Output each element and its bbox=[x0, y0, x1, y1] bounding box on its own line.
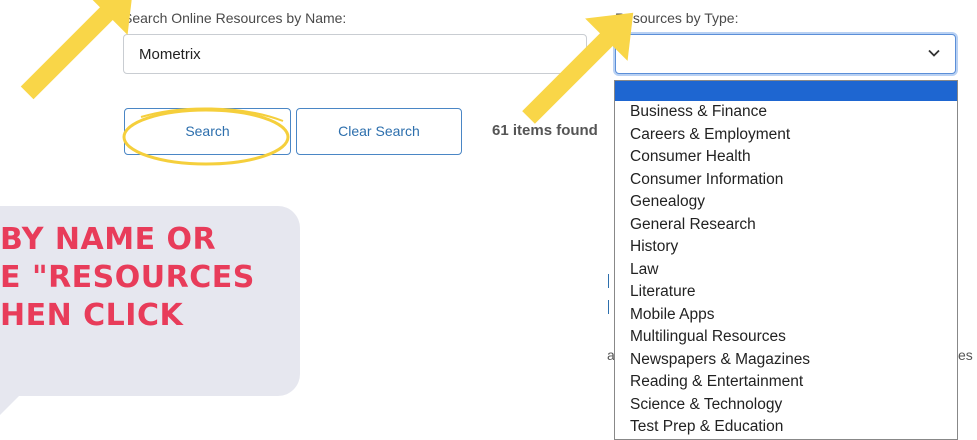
background-link-fragment bbox=[608, 300, 611, 314]
dropdown-option[interactable]: Multilingual Resources bbox=[615, 326, 957, 349]
chevron-down-icon bbox=[928, 49, 940, 57]
results-count: 61 items found bbox=[492, 122, 598, 139]
dropdown-option-blank-selected[interactable] bbox=[615, 81, 957, 101]
dropdown-option[interactable]: Newspapers & Magazines bbox=[615, 349, 957, 372]
dropdown-option[interactable]: Law bbox=[615, 259, 957, 282]
dropdown-option[interactable]: Literature bbox=[615, 281, 957, 304]
clear-search-button[interactable]: Clear Search bbox=[296, 108, 462, 155]
type-select-label: Resources by Type: bbox=[615, 10, 739, 26]
name-search-value: Mometrix bbox=[139, 46, 201, 63]
dropdown-option[interactable]: Mobile Apps bbox=[615, 304, 957, 327]
dropdown-option[interactable]: History bbox=[615, 236, 957, 259]
resource-type-select[interactable] bbox=[615, 34, 956, 74]
dropdown-option[interactable]: Consumer Health bbox=[615, 146, 957, 169]
callout-line-2: E "RESOURCES bbox=[0, 260, 255, 295]
dropdown-option[interactable]: Careers & Employment bbox=[615, 124, 957, 147]
dropdown-option[interactable]: Reading & Entertainment bbox=[615, 371, 957, 394]
callout-line-1: BY NAME OR bbox=[0, 222, 217, 257]
background-link-fragment bbox=[608, 274, 611, 288]
resource-type-dropdown[interactable]: Business & Finance Careers & Employment … bbox=[614, 80, 958, 440]
callout-line-3: HEN CLICK bbox=[0, 298, 184, 333]
dropdown-option[interactable]: General Research bbox=[615, 214, 957, 237]
dropdown-option[interactable]: Business & Finance bbox=[615, 101, 957, 124]
highlight-circle bbox=[122, 107, 290, 166]
dropdown-option[interactable]: Genealogy bbox=[615, 191, 957, 214]
name-search-input[interactable]: Mometrix bbox=[123, 34, 587, 74]
dropdown-option[interactable]: Consumer Information bbox=[615, 169, 957, 192]
callout-bubble-tail bbox=[0, 385, 30, 415]
dropdown-option[interactable]: Science & Technology bbox=[615, 394, 957, 417]
dropdown-option[interactable]: Test Prep & Education bbox=[615, 416, 957, 439]
name-search-label: Search Online Resources by Name: bbox=[123, 10, 347, 26]
background-text-fragment: es bbox=[958, 347, 973, 363]
